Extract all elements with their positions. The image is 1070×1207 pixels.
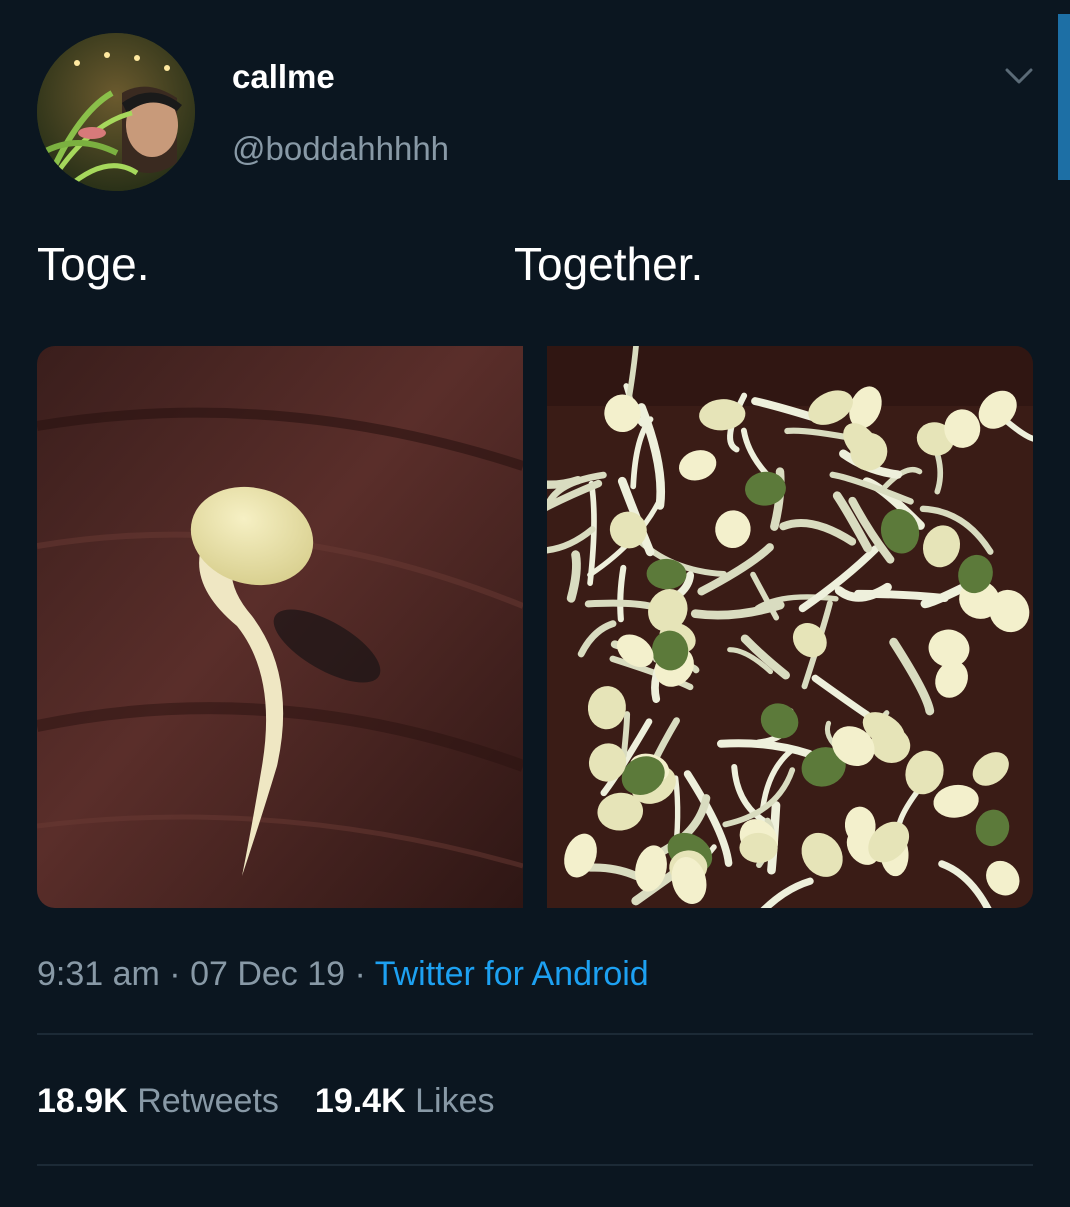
tweet-text-left: Toge.	[37, 238, 150, 290]
tweet-source-link[interactable]: Twitter for Android	[375, 955, 649, 993]
likes-stat[interactable]: 19.4K Likes	[315, 1082, 495, 1120]
retweets-stat[interactable]: 18.9K Retweets	[37, 1082, 279, 1120]
chevron-down-icon[interactable]	[1001, 58, 1037, 94]
tweet-text-right: Together.	[514, 238, 704, 290]
user-handle[interactable]: @boddahhhhh	[232, 130, 449, 168]
tweet-page: callme @boddahhhhh Toge. Together. 9:31 …	[0, 0, 1070, 1207]
tweet-meta: 9:31 am · 07 Dec 19 · Twitter for Androi…	[37, 955, 649, 994]
tweet-stats: 18.9K Retweets 19.4K Likes	[37, 1082, 494, 1121]
divider	[37, 1033, 1033, 1035]
scrollbar[interactable]	[1058, 14, 1070, 180]
avatar[interactable]	[37, 33, 195, 191]
tweet-date[interactable]: 07 Dec 19	[190, 955, 345, 993]
retweets-count: 18.9K	[37, 1082, 128, 1120]
tweet-media	[37, 346, 1033, 908]
likes-count: 19.4K	[314, 1082, 406, 1120]
meta-separator: ·	[345, 955, 375, 993]
tweet-time[interactable]: 9:31 am	[37, 955, 160, 993]
avatar-photo	[37, 33, 195, 191]
divider	[37, 1164, 1033, 1166]
single-bean-sprout-photo[interactable]	[37, 346, 526, 908]
many-bean-sprouts-photo[interactable]	[492, 346, 1033, 908]
display-name[interactable]: callme	[232, 58, 335, 96]
retweets-label: Retweets	[137, 1082, 279, 1120]
likes-label: Likes	[415, 1082, 495, 1120]
meta-separator: ·	[159, 955, 191, 993]
